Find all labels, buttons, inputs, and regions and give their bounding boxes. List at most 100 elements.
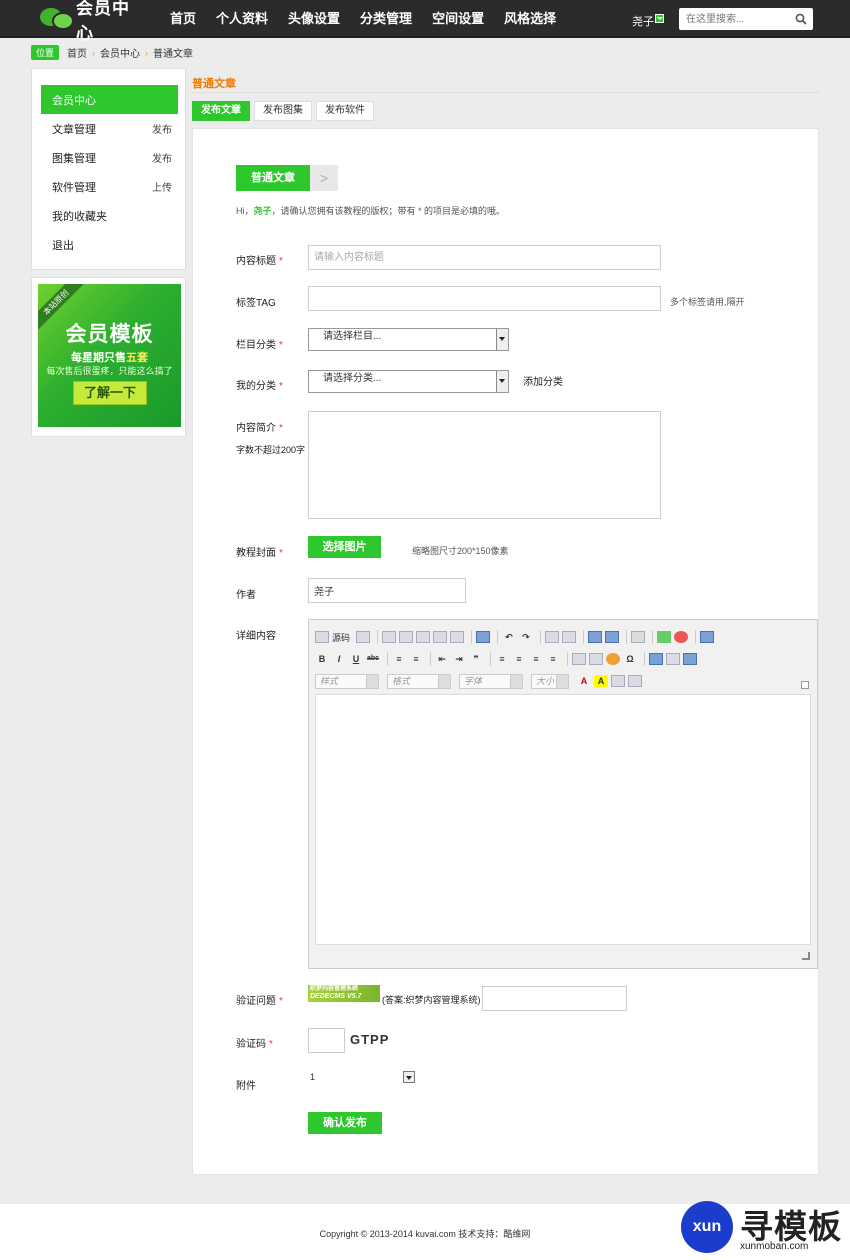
nav-style[interactable]: 风格选择	[494, 0, 566, 38]
paste-icon[interactable]	[416, 631, 431, 643]
source-button[interactable]: 源码	[332, 631, 350, 644]
mycat-select[interactable]: 请选择分类...	[308, 370, 509, 393]
font-combo[interactable]: 字体	[459, 673, 523, 689]
anchor-icon[interactable]	[683, 653, 697, 665]
search-icon[interactable]	[795, 13, 807, 25]
intro-note: 字数不超过200字	[236, 445, 306, 455]
print-icon[interactable]	[476, 631, 491, 643]
ad-learn-more-button[interactable]: 了解一下	[73, 381, 147, 405]
paste-text-icon[interactable]	[433, 631, 448, 643]
smiley-icon[interactable]	[606, 653, 620, 665]
copy-icon[interactable]	[399, 631, 414, 643]
logo[interactable]: 会员中心	[40, 0, 144, 43]
resize-handle-icon[interactable]	[802, 952, 810, 960]
align-left-icon[interactable]: ≡	[495, 653, 509, 665]
choose-image-button[interactable]: 选择图片	[308, 536, 381, 558]
title-input[interactable]	[308, 245, 661, 270]
toolbar-collapse-icon[interactable]	[801, 681, 809, 689]
size-combo[interactable]: 大小	[531, 673, 569, 689]
attach-dropdown-icon[interactable]	[403, 1071, 415, 1083]
format-combo[interactable]: 格式	[387, 673, 451, 689]
sidebar-action-publish[interactable]: 发布	[152, 121, 172, 136]
sidebar-action-publish[interactable]: 发布	[152, 150, 172, 165]
nav-space[interactable]: 空间设置	[422, 0, 494, 38]
paste-word-icon[interactable]	[450, 631, 465, 643]
question-input[interactable]	[482, 986, 627, 1011]
search-input[interactable]	[679, 8, 787, 30]
maximize-icon[interactable]	[700, 631, 715, 643]
style-combo[interactable]: 样式	[315, 673, 379, 689]
ordered-list-icon[interactable]: ≡	[392, 653, 406, 665]
sidebar-item-articles[interactable]: 文章管理 发布	[41, 114, 178, 143]
link-icon[interactable]	[674, 631, 689, 643]
replace-icon[interactable]	[562, 631, 577, 643]
column-select[interactable]: 请选择栏目...	[308, 328, 509, 351]
sidebar-item-software[interactable]: 软件管理 上传	[41, 172, 178, 201]
tab-publish-software[interactable]: 发布软件	[316, 101, 374, 121]
nav-category[interactable]: 分类管理	[350, 0, 422, 38]
template-icon[interactable]	[356, 631, 371, 643]
nav-avatar[interactable]: 头像设置	[278, 0, 350, 38]
author-input[interactable]	[308, 578, 466, 603]
sidebar-item-albums[interactable]: 图集管理 发布	[41, 143, 178, 172]
find-icon[interactable]	[545, 631, 560, 643]
align-center-icon[interactable]: ≡	[512, 653, 526, 665]
flash-icon[interactable]	[657, 631, 672, 643]
bg-color-icon[interactable]: A	[594, 675, 608, 687]
sidebar-action-upload[interactable]: 上传	[152, 179, 172, 194]
tab-publish-album[interactable]: 发布图集	[254, 101, 312, 121]
intro-textarea[interactable]	[308, 411, 661, 519]
sidebar-item-member-center[interactable]: 会员中心	[41, 85, 178, 114]
preview-icon[interactable]	[628, 675, 642, 687]
blockquote-icon[interactable]: ❞	[469, 653, 483, 665]
bullet-list-icon[interactable]: ≡	[409, 653, 423, 665]
editor-content-area[interactable]	[315, 694, 811, 945]
strike-icon[interactable]: abc	[366, 653, 380, 665]
ad-banner[interactable]: 本站原创 会员模板 每星期只售五套 每次售后很蛋疼，只能这么搞了 了解一下	[38, 284, 181, 427]
nav-profile[interactable]: 个人资料	[206, 0, 278, 38]
attach-label: 附件	[236, 1081, 256, 1092]
bold-icon[interactable]: B	[315, 653, 329, 665]
outdent-icon[interactable]: ⇤	[435, 653, 449, 665]
undo-icon[interactable]: ↶	[502, 631, 516, 643]
underline-icon[interactable]: U	[349, 653, 363, 665]
redo-icon[interactable]: ↷	[519, 631, 533, 643]
mycat-label: 我的分类 *	[236, 381, 283, 392]
breadcrumb-member[interactable]: 会员中心	[100, 45, 140, 60]
breadcrumb-home[interactable]: 首页	[67, 45, 87, 60]
watermark-url: xunmoban.com	[740, 1241, 809, 1252]
pagebreak-p-icon[interactable]	[611, 675, 625, 687]
user-name[interactable]: 尧子	[632, 13, 654, 29]
remove-format-icon[interactable]	[605, 631, 620, 643]
cut-icon[interactable]	[382, 631, 397, 643]
source-icon[interactable]	[315, 631, 329, 643]
tag-input[interactable]	[308, 286, 661, 311]
italic-icon[interactable]: I	[332, 653, 346, 665]
add-category-link[interactable]: 添加分类	[523, 373, 563, 388]
align-right-icon[interactable]: ≡	[529, 653, 543, 665]
user-dropdown-icon[interactable]	[655, 14, 664, 23]
special-char-icon[interactable]: Ω	[623, 653, 637, 665]
chevron-right-icon: ›	[92, 47, 96, 58]
horizontal-rule-icon[interactable]	[589, 653, 603, 665]
indent-icon[interactable]: ⇥	[452, 653, 466, 665]
vcode-image[interactable]: GTPP	[350, 1032, 389, 1047]
vcode-input[interactable]	[308, 1028, 345, 1053]
tab-publish-article[interactable]: 发布文章	[192, 101, 250, 121]
image-icon[interactable]	[631, 631, 646, 643]
ad-line1: 每星期只售五套	[71, 352, 148, 364]
nav-home[interactable]: 首页	[160, 0, 206, 38]
select-all-icon[interactable]	[588, 631, 603, 643]
page-break-icon[interactable]	[649, 653, 663, 665]
table-icon[interactable]	[572, 653, 586, 665]
tag-label: 标签TAG	[236, 298, 276, 309]
text-color-icon[interactable]: A	[577, 675, 591, 687]
sidebar-item-favorites[interactable]: 我的收藏夹	[41, 201, 178, 230]
confirm-publish-button[interactable]: 确认发布	[308, 1112, 382, 1134]
sidebar-item-logout[interactable]: 退出	[41, 230, 178, 259]
code-icon[interactable]	[666, 653, 680, 665]
sidebar-item-label: 退出	[52, 239, 74, 252]
align-justify-icon[interactable]: ≡	[546, 653, 560, 665]
question-image: 织梦内容管理系统 DEDECMS V5.7	[308, 985, 380, 1002]
author-label: 作者	[236, 590, 256, 601]
